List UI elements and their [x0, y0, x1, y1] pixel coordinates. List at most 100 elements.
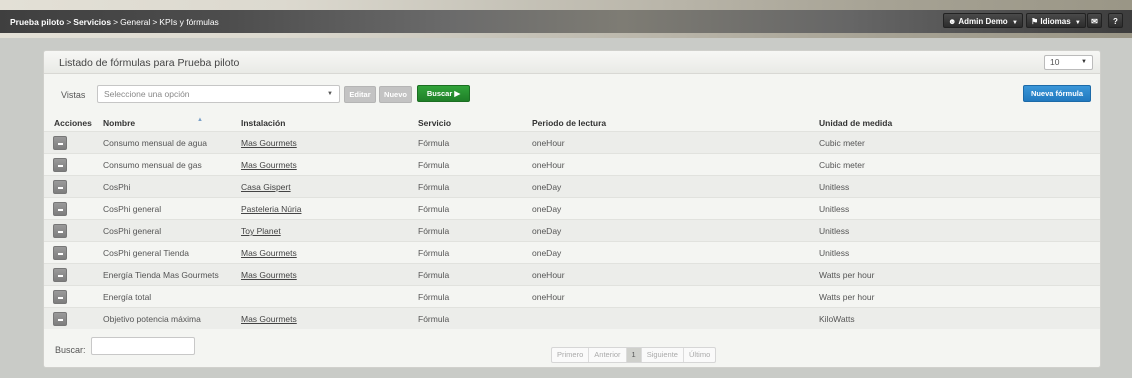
play-icon: ▶	[454, 89, 461, 98]
cell-name: Consumo mensual de gas	[103, 160, 202, 170]
table-row: CosPhi general Pasteleria Núria Fórmula …	[44, 197, 1100, 219]
user-icon: ☻	[948, 17, 957, 26]
sort-ascending-icon: ▲	[197, 117, 203, 123]
pager-last[interactable]: Último	[684, 348, 715, 362]
help-button[interactable]: ?	[1108, 13, 1123, 28]
cell-unit: Unitless	[819, 182, 850, 192]
cell-installation-link[interactable]: Mas Gourmets	[241, 314, 297, 324]
table-row: Energía Tienda Mas Gourmets Mas Gourmets…	[44, 263, 1100, 285]
column-header-reading-period[interactable]: Periodo de lectura	[532, 118, 606, 128]
pager-first[interactable]: Primero	[552, 348, 590, 362]
column-header-service[interactable]: Servicio	[418, 118, 451, 128]
chevron-down-icon: ▼	[1074, 20, 1081, 26]
user-menu-button[interactable]: ☻ Admin Demo ▼	[943, 13, 1023, 28]
column-header-name[interactable]: Nombre	[103, 118, 135, 128]
table-row: Consumo mensual de gas Mas Gourmets Fórm…	[44, 153, 1100, 175]
cell-installation-link[interactable]: Toy Planet	[241, 226, 281, 236]
column-header-unit[interactable]: Unidad de medida	[819, 118, 892, 128]
row-actions-button[interactable]	[53, 246, 67, 260]
table-row: CosPhi general Toy Planet Fórmula oneDay…	[44, 219, 1100, 241]
search-button-label: Buscar	[426, 89, 453, 98]
breadcrumb-item-services[interactable]: Servicios	[73, 17, 111, 27]
cell-unit: KiloWatts	[819, 314, 855, 324]
cell-name: Energía total	[103, 292, 152, 302]
vistas-select[interactable]: Seleccione una opción ▼	[97, 85, 340, 103]
cell-reading-period: oneDay	[532, 204, 562, 214]
row-actions-button[interactable]	[53, 202, 67, 216]
row-actions-button[interactable]	[53, 136, 67, 150]
cell-reading-period: oneHour	[532, 270, 565, 280]
cell-reading-period: oneDay	[532, 182, 562, 192]
table-search-input[interactable]	[91, 337, 195, 355]
cell-service: Fórmula	[418, 226, 450, 236]
table-row: Consumo mensual de agua Mas Gourmets Fór…	[44, 131, 1100, 153]
cell-service: Fórmula	[418, 292, 450, 302]
cell-reading-period: oneHour	[532, 160, 565, 170]
message-icon: ✉	[1091, 17, 1098, 26]
column-header-actions: Acciones	[54, 118, 92, 128]
row-actions-button[interactable]	[53, 268, 67, 282]
cell-installation-link[interactable]: Mas Gourmets	[241, 270, 297, 280]
breadcrumb: Prueba piloto > Servicios > General > KPIs y f…	[10, 16, 219, 28]
breadcrumb-item-project[interactable]: Prueba piloto	[10, 17, 64, 27]
breadcrumb-separator: >	[113, 17, 119, 27]
pager-next[interactable]: Siguiente	[642, 348, 684, 362]
cell-name: CosPhi	[103, 182, 131, 192]
cell-service: Fórmula	[418, 314, 450, 324]
new-button[interactable]: Nuevo	[379, 86, 412, 103]
cell-name: CosPhi general Tienda	[103, 248, 190, 258]
column-header-installation[interactable]: Instalación	[241, 118, 285, 128]
languages-menu-label: Idiomas	[1040, 17, 1071, 26]
breadcrumb-item-general[interactable]: General	[120, 17, 150, 27]
formulas-panel: Listado de fórmulas para Prueba piloto 1…	[43, 50, 1101, 368]
user-menu-label: Admin Demo	[958, 17, 1008, 26]
cell-service: Fórmula	[418, 160, 450, 170]
table-row: Objetivo potencia máxima Mas Gourmets Fó…	[44, 307, 1100, 329]
message-button[interactable]: ✉	[1087, 13, 1102, 28]
row-actions-button[interactable]	[53, 224, 67, 238]
cell-installation-link[interactable]: Pasteleria Núria	[241, 204, 301, 214]
cell-unit: Unitless	[819, 248, 850, 258]
breadcrumb-separator: >	[152, 17, 158, 27]
chevron-down-icon: ▼	[1011, 20, 1018, 26]
table-search-label: Buscar:	[55, 345, 86, 355]
top-bar: Prueba piloto > Servicios > General > KPIs y f…	[0, 0, 1132, 38]
chevron-down-icon: ▼	[1081, 59, 1087, 65]
cell-service: Fórmula	[418, 248, 450, 258]
panel-header: Listado de fórmulas para Prueba piloto 1…	[44, 51, 1100, 74]
new-formula-button[interactable]: Nueva fórmula	[1023, 85, 1091, 102]
cell-installation-link[interactable]: Mas Gourmets	[241, 160, 297, 170]
cell-service: Fórmula	[418, 182, 450, 192]
cell-reading-period: oneDay	[532, 226, 562, 236]
cell-name: CosPhi general	[103, 226, 162, 236]
table-row: CosPhi general Tienda Mas Gourmets Fórmu…	[44, 241, 1100, 263]
edit-button[interactable]: Editar	[344, 86, 376, 103]
row-actions-button[interactable]	[53, 312, 67, 326]
cell-service: Fórmula	[418, 270, 450, 280]
cell-service: Fórmula	[418, 204, 450, 214]
cell-unit: Unitless	[819, 226, 850, 236]
cell-name: Energía Tienda Mas Gourmets	[103, 270, 219, 280]
page-size-select[interactable]: 10 ▼	[1044, 55, 1093, 70]
row-actions-button[interactable]	[53, 290, 67, 304]
cell-unit: Watts per hour	[819, 292, 875, 302]
chevron-down-icon: ▼	[327, 91, 333, 97]
table-row: Energía total Fórmula oneHour Watts per …	[44, 285, 1100, 307]
cell-unit: Watts per hour	[819, 270, 875, 280]
pager-current-page[interactable]: 1	[626, 348, 642, 362]
languages-menu-button[interactable]: ⚑ Idiomas ▼	[1026, 13, 1086, 28]
cell-installation-link[interactable]: Casa Gispert	[241, 182, 291, 192]
page-size-value: 10	[1050, 57, 1060, 67]
row-actions-button[interactable]	[53, 180, 67, 194]
help-label: ?	[1113, 17, 1118, 26]
row-actions-button[interactable]	[53, 158, 67, 172]
breadcrumb-item-current: KPIs y fórmulas	[159, 17, 219, 27]
cell-installation-link[interactable]: Mas Gourmets	[241, 248, 297, 258]
panel-title: Listado de fórmulas para Prueba piloto	[59, 57, 240, 69]
search-button[interactable]: Buscar ▶	[417, 85, 470, 102]
cell-reading-period: oneHour	[532, 292, 565, 302]
cell-installation-link[interactable]: Mas Gourmets	[241, 138, 297, 148]
pager-previous[interactable]: Anterior	[589, 348, 627, 362]
cell-service: Fórmula	[418, 138, 450, 148]
vistas-placeholder: Seleccione una opción	[104, 89, 190, 99]
